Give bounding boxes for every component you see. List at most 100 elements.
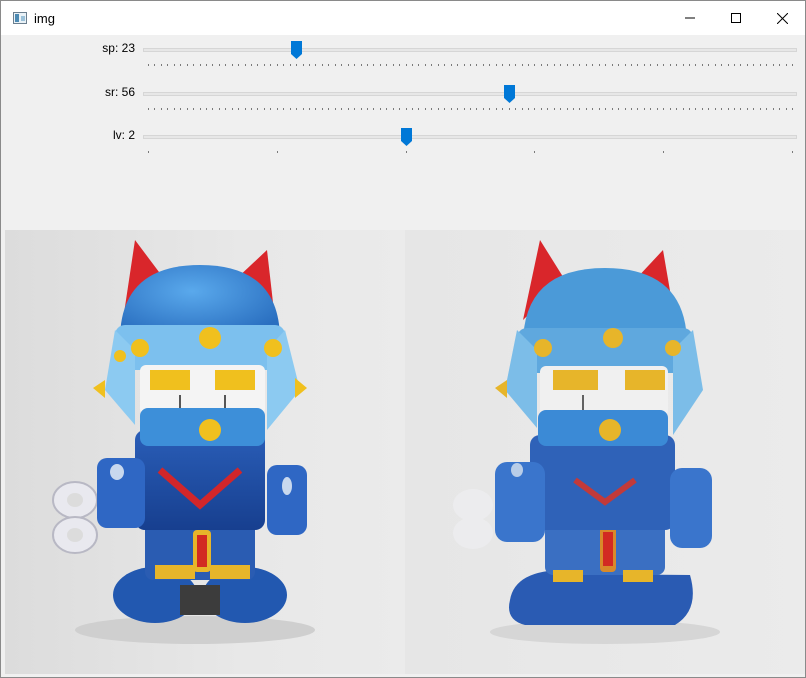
trackbar-tick [418, 108, 420, 110]
trackbar-tick [727, 108, 729, 110]
trackbar-tick [650, 108, 652, 110]
trackbar-track-sp[interactable] [143, 48, 797, 52]
title-bar[interactable]: img [1, 1, 805, 36]
trackbar-tick [302, 64, 304, 66]
trackbar-tick [521, 108, 523, 110]
trackbar-tick [766, 108, 768, 110]
trackbar-panel: sp: 23 sr: 56 lv: 2 [1, 35, 805, 230]
trackbar-tick [257, 108, 259, 110]
trackbar-tick [270, 108, 272, 110]
trackbar-tick [540, 108, 542, 110]
maximize-icon [731, 13, 741, 23]
trackbar-label-sp: sp: 23 [102, 41, 135, 55]
trackbar-tick [457, 64, 459, 66]
trackbar-lv[interactable]: lv: 2 [1, 124, 805, 164]
trackbar-tick [399, 108, 401, 110]
trackbar-sr[interactable]: sr: 56 [1, 81, 805, 121]
trackbar-tick [637, 64, 639, 66]
trackbar-tick [721, 108, 723, 110]
trackbar-label-sr: sr: 56 [104, 85, 135, 99]
trackbar-tick [457, 108, 459, 110]
trackbar-tick [663, 108, 665, 110]
trackbar-tick [746, 64, 748, 66]
trackbar-tick [598, 64, 600, 66]
trackbar-tick [566, 64, 568, 66]
trackbar-tick [470, 108, 471, 110]
trackbar-tick [244, 64, 246, 66]
close-icon [776, 12, 788, 24]
trackbar-track-sr[interactable] [143, 92, 797, 96]
trackbar-thumb-sr[interactable] [503, 85, 515, 103]
trackbar-tick [759, 64, 761, 66]
app-window: img sp: 23 sr: 56 lv: 2 [0, 0, 806, 678]
trackbar-thumb-sp[interactable] [291, 41, 303, 59]
trackbar-tick [218, 108, 220, 110]
trackbar-tick [296, 64, 298, 66]
trackbar-tick [611, 108, 613, 110]
trackbar-tick [373, 64, 375, 66]
trackbar-tick [495, 108, 497, 110]
trackbar-ticks-lv [148, 151, 793, 154]
trackbar-tick [624, 64, 626, 66]
trackbar-tick [263, 108, 265, 110]
trackbar-tick [238, 108, 240, 110]
trackbar-tick [721, 64, 723, 66]
trackbar-tick [354, 64, 356, 66]
trackbar-tick [205, 64, 207, 66]
trackbar-tick [328, 64, 330, 66]
trackbar-tick [341, 108, 343, 110]
trackbar-tick [592, 64, 594, 66]
trackbar-tick [489, 64, 491, 66]
trackbar-tick [618, 64, 620, 66]
trackbar-tick [734, 108, 736, 110]
trackbar-tick [257, 64, 259, 66]
trackbar-tick [186, 108, 188, 110]
trackbar-tick [772, 108, 774, 110]
minimize-button[interactable] [667, 1, 713, 35]
trackbar-tick [585, 64, 587, 66]
trackbar-tick [727, 64, 729, 66]
trackbar-tick [199, 64, 201, 66]
trackbar-thumb-lv[interactable] [400, 128, 412, 146]
trackbar-tick [283, 108, 285, 110]
trackbar-sp[interactable]: sp: 23 [1, 37, 805, 77]
trackbar-tick [547, 108, 549, 110]
trackbar-tick [354, 108, 356, 110]
trackbar-tick [263, 64, 265, 66]
trackbar-tick [502, 64, 504, 66]
trackbar-tick [753, 108, 755, 110]
trackbar-tick [431, 64, 433, 66]
trackbar-tick [792, 108, 793, 110]
trackbar-tick [347, 108, 349, 110]
trackbar-tick [148, 151, 149, 153]
trackbar-tick [296, 108, 298, 110]
trackbar-tick [341, 64, 343, 66]
trackbar-tick [547, 64, 549, 66]
trackbar-tick [231, 108, 233, 110]
trackbar-tick [708, 108, 710, 110]
trackbar-tick [450, 108, 452, 110]
trackbar-tick [785, 64, 787, 66]
maximize-button[interactable] [713, 1, 759, 35]
trackbar-tick [309, 64, 310, 66]
trackbar-tick [180, 108, 182, 110]
trackbar-track-lv[interactable] [143, 135, 797, 139]
trackbar-ticks-sr [148, 108, 793, 111]
toy-robot-photo [52, 240, 315, 644]
trackbar-tick [714, 108, 716, 110]
trackbar-tick [437, 108, 439, 110]
trackbar-tick [792, 64, 793, 66]
trackbar-tick [637, 108, 639, 110]
minimize-icon [685, 17, 695, 19]
trackbar-tick [779, 108, 781, 110]
trackbar-tick [553, 108, 555, 110]
trackbar-tick [521, 64, 523, 66]
trackbar-tick [470, 64, 471, 66]
trackbar-tick [173, 64, 175, 66]
trackbar-tick [515, 108, 517, 110]
trackbar-tick [676, 64, 678, 66]
trackbar-tick [218, 64, 220, 66]
close-button[interactable] [759, 1, 805, 35]
trackbar-tick [160, 64, 162, 66]
trackbar-tick [585, 108, 587, 110]
